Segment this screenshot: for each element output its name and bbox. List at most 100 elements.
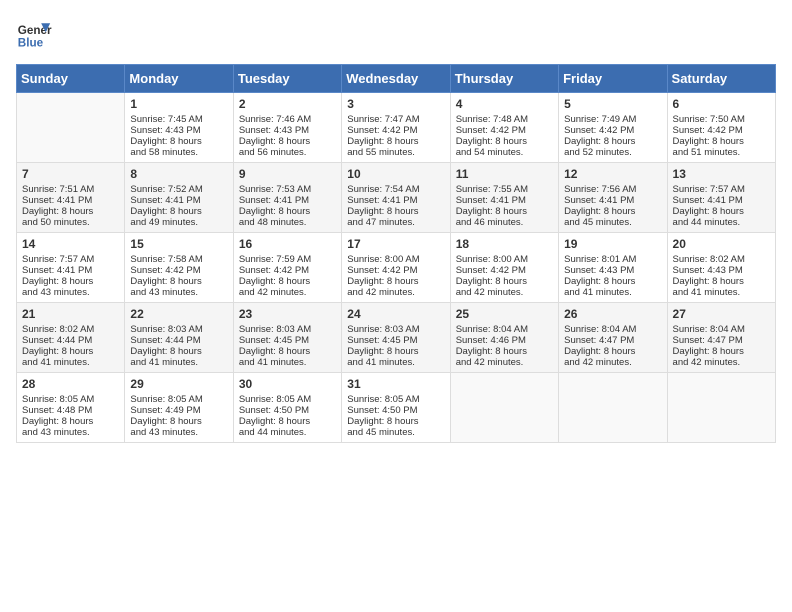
cell-text: Sunset: 4:43 PM — [673, 265, 770, 276]
cell-text: Sunset: 4:42 PM — [564, 125, 661, 136]
cell-text: and 56 minutes. — [239, 147, 336, 158]
cell-text: Sunset: 4:43 PM — [130, 125, 227, 136]
cell-text: Daylight: 8 hours — [564, 206, 661, 217]
day-header-sunday: Sunday — [17, 65, 125, 93]
day-header-thursday: Thursday — [450, 65, 558, 93]
calendar-cell: 16Sunrise: 7:59 AMSunset: 4:42 PMDayligh… — [233, 233, 341, 303]
cell-text: Daylight: 8 hours — [239, 346, 336, 357]
calendar-cell: 24Sunrise: 8:03 AMSunset: 4:45 PMDayligh… — [342, 303, 450, 373]
cell-text: Daylight: 8 hours — [456, 346, 553, 357]
cell-text: Sunset: 4:41 PM — [239, 195, 336, 206]
cell-text: Sunrise: 8:04 AM — [673, 324, 770, 335]
cell-text: Sunset: 4:44 PM — [130, 335, 227, 346]
cell-text: Daylight: 8 hours — [673, 206, 770, 217]
day-number: 7 — [22, 167, 119, 181]
cell-text: Sunrise: 7:53 AM — [239, 184, 336, 195]
cell-text: and 43 minutes. — [130, 287, 227, 298]
day-number: 4 — [456, 97, 553, 111]
calendar-table: SundayMondayTuesdayWednesdayThursdayFrid… — [16, 64, 776, 443]
cell-text: Sunset: 4:45 PM — [239, 335, 336, 346]
cell-text: and 44 minutes. — [239, 427, 336, 438]
calendar-cell: 21Sunrise: 8:02 AMSunset: 4:44 PMDayligh… — [17, 303, 125, 373]
cell-text: Sunset: 4:43 PM — [239, 125, 336, 136]
day-header-wednesday: Wednesday — [342, 65, 450, 93]
cell-text: Daylight: 8 hours — [456, 136, 553, 147]
cell-text: Sunset: 4:41 PM — [22, 265, 119, 276]
calendar-cell: 28Sunrise: 8:05 AMSunset: 4:48 PMDayligh… — [17, 373, 125, 443]
cell-text: Sunset: 4:41 PM — [347, 195, 444, 206]
cell-text: and 43 minutes. — [22, 287, 119, 298]
cell-text: Daylight: 8 hours — [673, 276, 770, 287]
day-number: 25 — [456, 307, 553, 321]
cell-text: Daylight: 8 hours — [673, 136, 770, 147]
cell-text: Daylight: 8 hours — [347, 206, 444, 217]
cell-text: Sunrise: 7:45 AM — [130, 114, 227, 125]
calendar-cell: 18Sunrise: 8:00 AMSunset: 4:42 PMDayligh… — [450, 233, 558, 303]
cell-text: Sunset: 4:46 PM — [456, 335, 553, 346]
cell-text: Sunrise: 8:03 AM — [130, 324, 227, 335]
cell-text: and 42 minutes. — [239, 287, 336, 298]
cell-text: and 51 minutes. — [673, 147, 770, 158]
day-number: 10 — [347, 167, 444, 181]
cell-text: Daylight: 8 hours — [239, 416, 336, 427]
cell-text: Daylight: 8 hours — [22, 346, 119, 357]
calendar-cell — [559, 373, 667, 443]
cell-text: and 42 minutes. — [456, 357, 553, 368]
day-number: 8 — [130, 167, 227, 181]
cell-text: Sunset: 4:42 PM — [456, 125, 553, 136]
calendar-cell: 27Sunrise: 8:04 AMSunset: 4:47 PMDayligh… — [667, 303, 775, 373]
cell-text: and 47 minutes. — [347, 217, 444, 228]
cell-text: Sunrise: 8:04 AM — [456, 324, 553, 335]
week-row-3: 14Sunrise: 7:57 AMSunset: 4:41 PMDayligh… — [17, 233, 776, 303]
day-number: 28 — [22, 377, 119, 391]
calendar-cell — [450, 373, 558, 443]
cell-text: Daylight: 8 hours — [130, 276, 227, 287]
cell-text: and 46 minutes. — [456, 217, 553, 228]
cell-text: Sunset: 4:41 PM — [22, 195, 119, 206]
cell-text: Sunset: 4:42 PM — [456, 265, 553, 276]
cell-text: Daylight: 8 hours — [564, 346, 661, 357]
cell-text: Sunrise: 8:00 AM — [456, 254, 553, 265]
calendar-header: SundayMondayTuesdayWednesdayThursdayFrid… — [17, 65, 776, 93]
cell-text: and 50 minutes. — [22, 217, 119, 228]
calendar-cell: 17Sunrise: 8:00 AMSunset: 4:42 PMDayligh… — [342, 233, 450, 303]
day-number: 2 — [239, 97, 336, 111]
cell-text: Sunrise: 7:51 AM — [22, 184, 119, 195]
cell-text: Daylight: 8 hours — [239, 136, 336, 147]
day-number: 9 — [239, 167, 336, 181]
svg-text:Blue: Blue — [18, 37, 44, 50]
calendar-cell: 29Sunrise: 8:05 AMSunset: 4:49 PMDayligh… — [125, 373, 233, 443]
day-number: 27 — [673, 307, 770, 321]
cell-text: Sunrise: 8:03 AM — [239, 324, 336, 335]
cell-text: and 54 minutes. — [456, 147, 553, 158]
day-number: 5 — [564, 97, 661, 111]
day-number: 16 — [239, 237, 336, 251]
cell-text: Sunrise: 7:49 AM — [564, 114, 661, 125]
cell-text: and 41 minutes. — [22, 357, 119, 368]
cell-text: and 42 minutes. — [564, 357, 661, 368]
calendar-cell: 20Sunrise: 8:02 AMSunset: 4:43 PMDayligh… — [667, 233, 775, 303]
day-number: 15 — [130, 237, 227, 251]
calendar-cell — [667, 373, 775, 443]
day-header-tuesday: Tuesday — [233, 65, 341, 93]
cell-text: Sunrise: 8:05 AM — [347, 394, 444, 405]
calendar-cell: 4Sunrise: 7:48 AMSunset: 4:42 PMDaylight… — [450, 93, 558, 163]
cell-text: Daylight: 8 hours — [130, 346, 227, 357]
day-number: 3 — [347, 97, 444, 111]
cell-text: Sunrise: 8:03 AM — [347, 324, 444, 335]
calendar-cell: 1Sunrise: 7:45 AMSunset: 4:43 PMDaylight… — [125, 93, 233, 163]
week-row-1: 1Sunrise: 7:45 AMSunset: 4:43 PMDaylight… — [17, 93, 776, 163]
day-header-row: SundayMondayTuesdayWednesdayThursdayFrid… — [17, 65, 776, 93]
day-number: 14 — [22, 237, 119, 251]
day-number: 22 — [130, 307, 227, 321]
cell-text: Sunset: 4:42 PM — [347, 265, 444, 276]
calendar-cell: 2Sunrise: 7:46 AMSunset: 4:43 PMDaylight… — [233, 93, 341, 163]
cell-text: and 48 minutes. — [239, 217, 336, 228]
cell-text: Sunrise: 7:56 AM — [564, 184, 661, 195]
day-number: 18 — [456, 237, 553, 251]
cell-text: Daylight: 8 hours — [130, 206, 227, 217]
calendar-cell: 8Sunrise: 7:52 AMSunset: 4:41 PMDaylight… — [125, 163, 233, 233]
cell-text: Sunrise: 8:04 AM — [564, 324, 661, 335]
cell-text: Sunrise: 7:58 AM — [130, 254, 227, 265]
calendar-cell: 6Sunrise: 7:50 AMSunset: 4:42 PMDaylight… — [667, 93, 775, 163]
